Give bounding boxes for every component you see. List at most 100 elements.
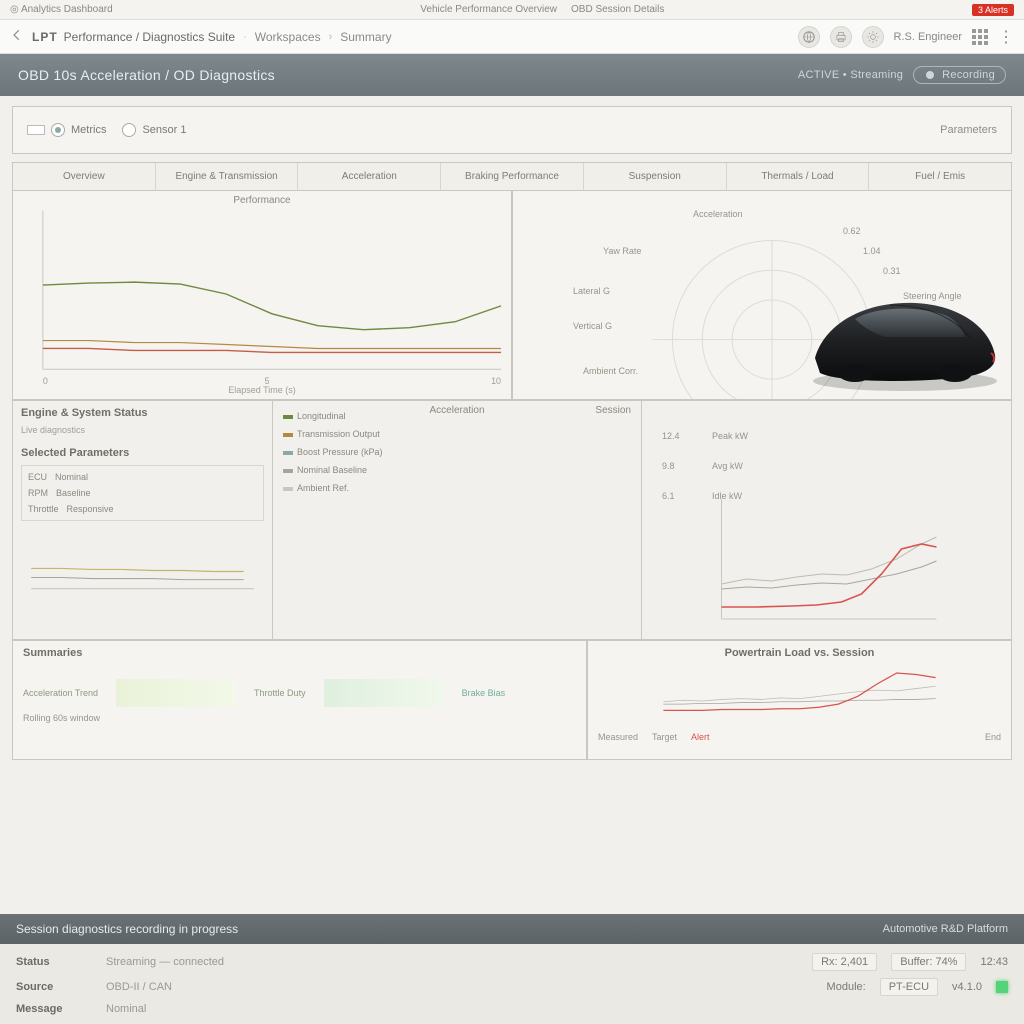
footer-band: Session diagnostics recording in progres… [0, 914, 1024, 944]
more-icon[interactable]: ⋮ [998, 27, 1014, 47]
val-b: 1.04 [863, 246, 881, 256]
bottom-row: Summaries Acceleration Trend Throttle Du… [12, 640, 1012, 760]
f-right-b1: Module: [827, 981, 866, 993]
chrome-tab-2[interactable]: OBD Session Details [571, 4, 664, 15]
crumb-sep: · [243, 31, 247, 43]
side-sub: Live diagnostics [21, 425, 264, 435]
mid-title: Acceleration [429, 405, 484, 416]
print-icon[interactable] [830, 26, 852, 48]
pt-leg-1: Target [652, 732, 677, 742]
tab-suspension[interactable]: Suspension [584, 163, 727, 190]
filter-opt-sensor[interactable]: Sensor 1 [122, 123, 186, 137]
pw-val-0: 12.4 [662, 431, 680, 441]
brand-mark: LPT [32, 30, 58, 44]
lbl-accel: Acceleration [693, 209, 743, 219]
tab-fuel[interactable]: Fuel / Emis [869, 163, 1011, 190]
f-r1v: Streaming — connected [106, 956, 588, 968]
recording-pill[interactable]: Recording [913, 66, 1006, 84]
breadcrumb-1[interactable]: Workspaces [255, 30, 321, 44]
chart-xlabel: Elapsed Time (s) [228, 385, 296, 395]
f-right-a2[interactable]: Buffer: 74% [891, 953, 966, 971]
browser-chrome: ◎ Analytics Dashboard Vehicle Performanc… [0, 0, 1024, 20]
f-right-a1[interactable]: Rx: 2,401 [812, 953, 877, 971]
footer: Status Streaming — connected Rx: 2,401 B… [0, 944, 1024, 1024]
side-title: Engine & System Status [21, 407, 264, 419]
f-r2v: OBD-II / CAN [106, 981, 588, 993]
globe-icon[interactable] [798, 26, 820, 48]
vehicle-illustration [795, 273, 1005, 393]
navbar: LPT Performance / Diagnostics Suite · Wo… [0, 20, 1024, 54]
lbl-latg: Lateral G [573, 286, 610, 296]
sparks-sub: Rolling 60s window [23, 713, 576, 723]
sparkline-1[interactable] [324, 679, 444, 707]
breadcrumb-2[interactable]: Summary [340, 30, 391, 44]
spark-lbl-1[interactable]: Throttle Duty [254, 688, 306, 698]
tab-thermals[interactable]: Thermals / Load [727, 163, 870, 190]
chrome-left: ◎ Analytics Dashboard [10, 4, 113, 15]
tab-acceleration[interactable]: Acceleration [298, 163, 441, 190]
footband-left: Session diagnostics recording in progres… [16, 922, 238, 936]
pw-lbl-1: Avg kW [712, 461, 743, 471]
pw-val-1: 9.8 [662, 461, 675, 471]
panel-power-readout: 12.4 Peak kW 9.8 Avg kW 6.1 Idle kW [642, 401, 1011, 639]
tab-braking[interactable]: Braking Performance [441, 163, 584, 190]
lbl-yaw: Yaw Rate [603, 246, 641, 256]
f-r3k: Message [16, 1003, 106, 1015]
chrome-tab-1[interactable]: Vehicle Performance Overview [420, 4, 557, 15]
pt-title: Powertrain Load vs. Session [598, 647, 1001, 659]
svg-text:10: 10 [491, 376, 501, 386]
chart-acceleration[interactable]: Session Acceleration Longitudinal Transm… [273, 401, 642, 639]
side-item-0[interactable]: ECUNominal [28, 472, 257, 482]
side-panel: Engine & System Status Live diagnostics … [13, 401, 273, 639]
pt-leg-0: Measured [598, 732, 638, 742]
page-titleband: OBD 10s Acceleration / OD Diagnostics AC… [0, 54, 1024, 96]
lbl-amb: Ambient Corr. [583, 366, 638, 376]
radio-icon [51, 123, 65, 137]
side-item-1[interactable]: RPMBaseline [28, 488, 257, 498]
tab-engine[interactable]: Engine & Transmission [156, 163, 299, 190]
mid-tab[interactable]: Session [595, 405, 631, 416]
f-right-b2[interactable]: PT-ECU [880, 978, 938, 996]
side-item-2[interactable]: ThrottleResponsive [28, 504, 257, 514]
svg-text:0: 0 [43, 376, 48, 386]
filter-opt-metrics[interactable]: Metrics [27, 123, 106, 137]
page-title: OBD 10s Acceleration / OD Diagnostics [18, 67, 275, 83]
f-right-a3: 12:43 [980, 956, 1008, 968]
chart-performance[interactable]: Performance 0 5 10 Elapsed Time (s) [12, 190, 512, 400]
tab-overview[interactable]: Overview [13, 163, 156, 190]
filters-right-tab[interactable]: Parameters [940, 124, 997, 136]
status-label: ACTIVE • Streaming [798, 69, 903, 81]
summaries-title: Summaries [23, 647, 576, 659]
toggle-icon [27, 125, 45, 135]
chart-powertrain-load[interactable]: Powertrain Load vs. Session Measured Tar… [587, 640, 1012, 760]
back-button[interactable] [10, 28, 24, 45]
pt-axis-end: End [985, 732, 1001, 742]
user-label[interactable]: R.S. Engineer [894, 31, 962, 43]
upper-row: Performance 0 5 10 Elapsed Time (s) [12, 190, 1012, 400]
f-r3v: Nominal [106, 1003, 588, 1015]
spark-lbl-0[interactable]: Acceleration Trend [23, 688, 98, 698]
pw-lbl-0: Peak kW [712, 431, 748, 441]
side-h2: Selected Parameters [21, 447, 264, 459]
apps-icon[interactable] [972, 29, 988, 45]
footband-right: Automotive R&D Platform [883, 923, 1008, 935]
panel-summaries: Summaries Acceleration Trend Throttle Du… [12, 640, 587, 760]
mid-legend: Longitudinal Transmission Output Boost P… [283, 411, 383, 493]
panel-telemetry-radial: Acceleration 0.62 1.04 0.31 Yaw Rate Lat… [512, 190, 1012, 400]
app-title: Performance / Diagnostics Suite [64, 30, 235, 44]
gear-icon[interactable] [862, 26, 884, 48]
status-led-icon [996, 981, 1008, 993]
tab-row: Overview Engine & Transmission Accelerat… [12, 162, 1012, 190]
lbl-vg: Vertical G [573, 321, 612, 331]
pt-leg-2: Alert [691, 732, 710, 742]
side-sparkline [21, 533, 264, 604]
sparkline-0[interactable] [116, 679, 236, 707]
alerts-badge[interactable]: 3 Alerts [972, 4, 1014, 16]
record-icon [924, 69, 936, 81]
f-r2k: Source [16, 981, 106, 993]
filter-bar: Metrics Sensor 1 Parameters [12, 106, 1012, 154]
chart-power-mini[interactable] [642, 489, 1011, 639]
content: Metrics Sensor 1 Parameters Overview Eng… [0, 96, 1024, 914]
radio-icon [122, 123, 136, 137]
spark-lbl-2[interactable]: Brake Bias [462, 688, 506, 698]
